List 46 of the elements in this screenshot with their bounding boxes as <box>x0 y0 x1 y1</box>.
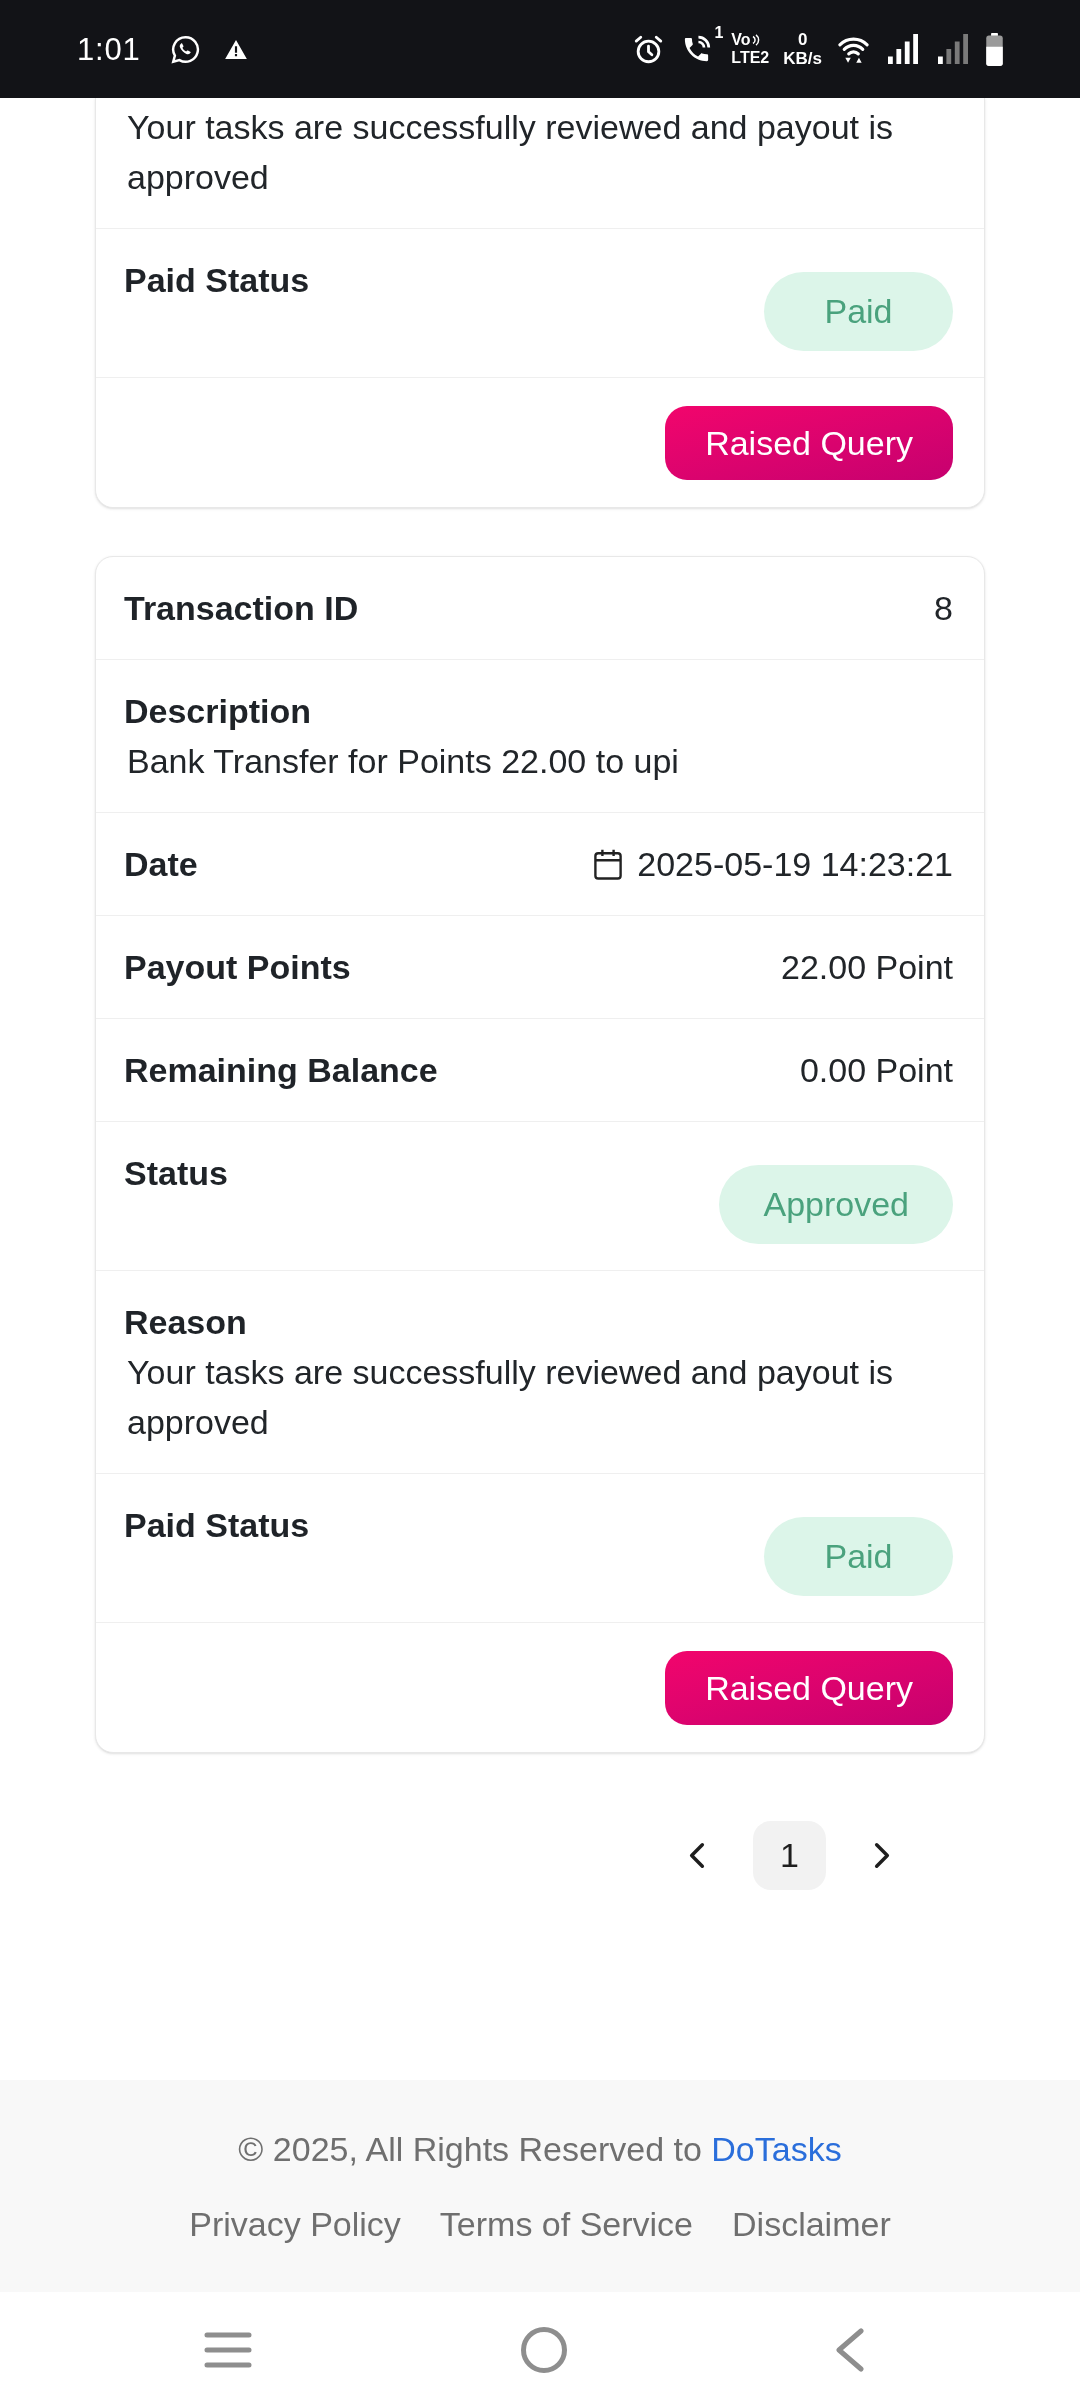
field-label: Status <box>124 1153 228 1194</box>
data-speed-value: 0 <box>797 31 808 48</box>
battery-icon <box>986 32 1003 66</box>
field-value: 22.00 Point <box>780 947 953 988</box>
signal-icon <box>938 34 968 64</box>
field-value: 8 <box>934 588 953 629</box>
field-label: Transaction ID <box>124 588 359 629</box>
data-speed-unit: KB/s <box>783 50 822 67</box>
field-label: Description <box>124 691 313 732</box>
field-value: Bank Transfer for Points 22.00 to upi <box>126 741 680 782</box>
page-number-button[interactable]: 1 <box>753 1821 826 1890</box>
field-label: Remaining Balance <box>124 1050 438 1091</box>
status-badge: Paid <box>764 1517 953 1596</box>
home-circle-icon[interactable] <box>520 2327 567 2373</box>
status-time: 1:01 <box>77 33 141 65</box>
chevron-right-icon <box>874 1842 890 1869</box>
status-badge: Paid <box>764 272 953 351</box>
chat-phone-icon <box>170 33 202 65</box>
signal-waves-icon <box>751 34 760 46</box>
raised-query-button[interactable]: Raised Query <box>665 1651 953 1725</box>
calendar-icon <box>594 848 623 880</box>
network-label: Vo <box>731 32 751 48</box>
field-label: Paid Status <box>124 1505 310 1546</box>
field-label: Paid Status <box>124 260 310 301</box>
footer-link[interactable]: Terms of Service <box>439 2199 694 2249</box>
field-label: Payout Points <box>124 947 351 988</box>
status-badge: Approved <box>719 1165 953 1244</box>
field-value: Your tasks are successfully reviewed and payout is approved <box>126 1352 895 1443</box>
menu-icon[interactable] <box>204 2332 252 2368</box>
signal-icon <box>888 34 918 64</box>
call-count: 1 <box>714 25 724 41</box>
raised-query-button[interactable]: Raised Query <box>665 406 953 480</box>
warning-icon <box>225 39 248 59</box>
chevron-left-icon <box>689 1842 705 1869</box>
footer-link[interactable]: Privacy Policy <box>189 2199 401 2249</box>
footer-link[interactable]: Disclaimer <box>732 2199 891 2249</box>
field-label: Date <box>124 844 198 885</box>
brand-link[interactable]: DoTasks <box>711 2130 842 2168</box>
network-label: LTE2 <box>731 50 770 66</box>
field-value: 0.00 Point <box>799 1050 953 1091</box>
back-icon[interactable] <box>835 2328 864 2372</box>
reason-text: Your tasks are successfully reviewed and payout is approved <box>126 107 895 198</box>
copyright-text: © 2025, All Rights Reserved to DoTasks <box>238 2129 842 2170</box>
date-value: 2025-05-19 14:23:21 <box>637 844 953 885</box>
field-label: Reason <box>124 1302 248 1343</box>
alarm-clock-icon <box>633 33 665 65</box>
